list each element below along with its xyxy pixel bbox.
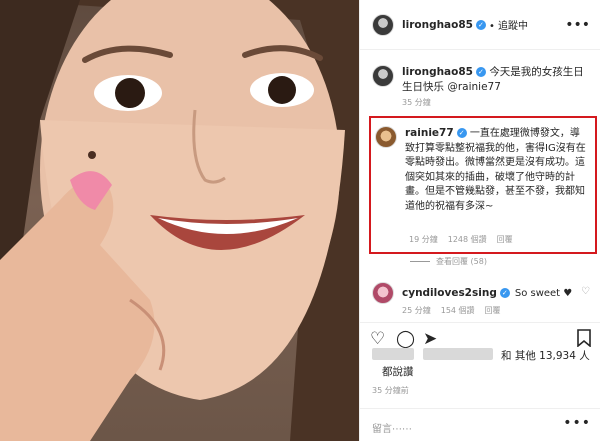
comment-avatar[interactable]: [372, 282, 394, 304]
blurred-username: [423, 348, 494, 360]
likes-summary: 和 其他 13,934 人: [372, 348, 598, 363]
view-replies[interactable]: 查看回覆 (58): [410, 256, 487, 267]
blurred-avatar: [372, 348, 414, 360]
comment-likes[interactable]: 1248 個讚: [448, 234, 487, 245]
add-comment-bar: 留言⋯⋯ •••: [360, 408, 600, 441]
verified-badge-icon: ✓: [475, 19, 486, 30]
verified-badge-icon: ✓: [475, 67, 486, 77]
post-photo: [0, 0, 359, 441]
comment-reply-button[interactable]: 回覆: [485, 305, 501, 316]
comment-meta: 25 分鐘 154 個讚 回覆: [402, 305, 501, 316]
comment-row: cyndiloves2sing ✓ So sweet ♥: [372, 282, 572, 304]
caption-avatar[interactable]: [372, 65, 394, 87]
comment-text: 一直在處理微博發文，導致打算零點整祝福我的他，害得IG沒有在零點時發出。微博當然…: [405, 128, 586, 212]
heart-icon[interactable]: ♡: [370, 329, 385, 349]
highlighted-comment: rainie77 ✓ 一直在處理微博發文，導致打算零點整祝福我的他，害得IG沒有在…: [369, 116, 597, 254]
verified-badge-icon: ✓: [499, 288, 510, 298]
comment-text: So sweet ♥: [514, 287, 573, 299]
author-avatar[interactable]: [372, 13, 394, 36]
caption-username[interactable]: lironghao85: [402, 66, 473, 78]
share-icon[interactable]: ➤: [423, 329, 437, 349]
comment-likes[interactable]: 154 個讚: [441, 305, 475, 316]
post-header: lironghao85 ✓ • 追蹤中 •••: [360, 0, 600, 50]
add-comment-input[interactable]: 留言⋯⋯: [372, 420, 412, 435]
selfie-image: [0, 0, 359, 441]
comment-username[interactable]: cyndiloves2sing: [402, 287, 497, 299]
more-options-icon[interactable]: •••: [563, 415, 591, 431]
verified-badge-icon: ✓: [456, 128, 467, 138]
caption-time: 35 分鐘: [402, 98, 431, 107]
author-username[interactable]: lironghao85: [402, 19, 473, 31]
comment-avatar[interactable]: [375, 126, 397, 148]
caption: lironghao85 ✓ 今天是我的女孩生日生日快乐 @rainie77 35 …: [372, 65, 592, 110]
comment-meta: 19 分鐘 1248 個讚 回覆: [409, 234, 513, 245]
comment-icon[interactable]: ◯: [396, 329, 415, 349]
comment-time: 25 分鐘: [402, 306, 431, 315]
follow-status[interactable]: • 追蹤中: [489, 17, 528, 32]
comment-like-heart-icon[interactable]: ♡: [581, 286, 590, 297]
more-dots-icon[interactable]: •••: [565, 0, 590, 50]
bookmark-glyph: [577, 329, 591, 348]
comment-time: 19 分鐘: [409, 235, 438, 244]
post-sidebar: lironghao85 ✓ • 追蹤中 ••• lironghao85 ✓ 今天是…: [359, 0, 600, 441]
view-replies-label[interactable]: 查看回覆 (58): [436, 256, 487, 267]
replies-divider: [410, 261, 430, 262]
likes-summary-line2: 都說讚: [382, 366, 414, 378]
likes-count[interactable]: 和 其他 13,934 人: [501, 348, 590, 363]
comment-username[interactable]: rainie77: [405, 127, 454, 139]
comment-reply-button[interactable]: 回覆: [497, 234, 513, 245]
post-time: 35 分鐘前: [372, 386, 409, 395]
